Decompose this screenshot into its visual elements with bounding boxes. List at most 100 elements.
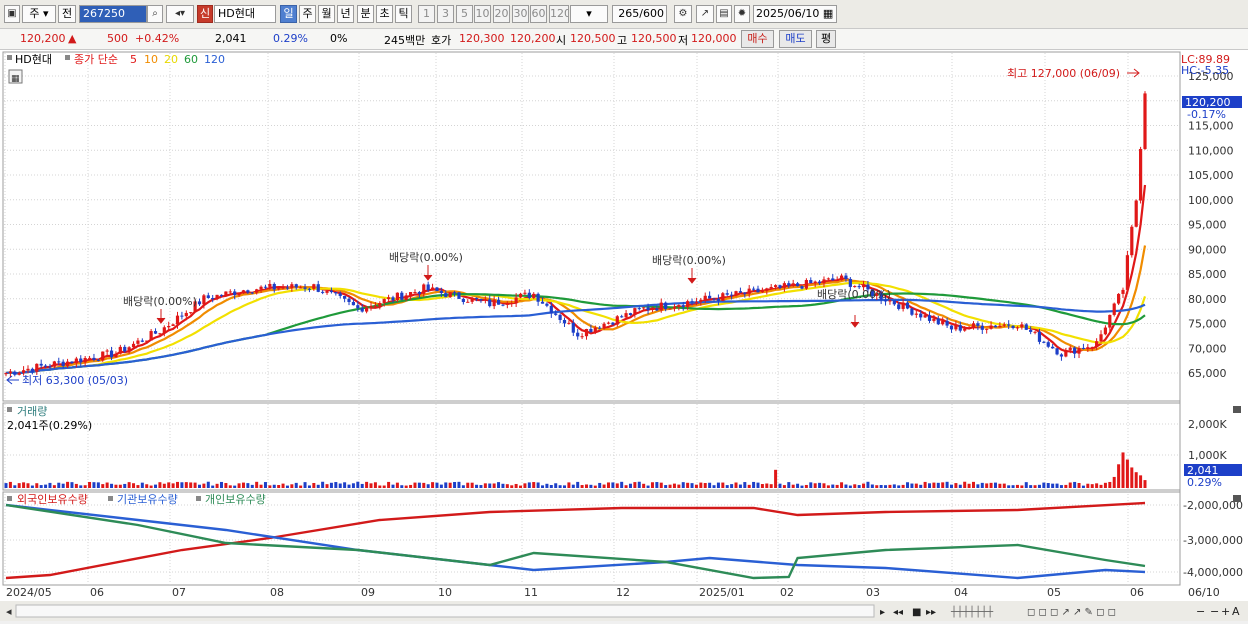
candle-body: [518, 293, 523, 298]
save-icon[interactable]: ▤: [716, 5, 732, 23]
volume-bar: [110, 483, 114, 488]
period-button-4[interactable]: 분: [357, 5, 374, 23]
date-field[interactable]: 2025/06/10 ▦: [753, 5, 837, 23]
sell-button[interactable]: 매도: [779, 30, 812, 48]
interval-button-60[interactable]: 60: [530, 5, 547, 23]
x-tick-label: 07: [172, 586, 186, 599]
volume-bar: [901, 484, 905, 488]
candle-body: [589, 328, 593, 333]
candle-body: [584, 328, 589, 337]
volume-bar: [360, 483, 364, 488]
candle-body: [787, 283, 791, 286]
stock-name-field[interactable]: HD현대: [214, 5, 276, 23]
interval-custom-select[interactable]: ▾: [570, 5, 608, 23]
draw-tool-icon[interactable]: ↗: [696, 5, 714, 23]
volume-bar: [523, 483, 527, 488]
volume-bar: [233, 485, 237, 488]
volume-bar: [259, 484, 263, 488]
period-button-1[interactable]: 주: [299, 5, 316, 23]
auto-scale-icon[interactable]: A: [1232, 605, 1240, 618]
zoom-reset-icon[interactable]: −: [1210, 605, 1219, 618]
interval-button-120[interactable]: 120: [549, 5, 569, 23]
settings-icon[interactable]: ✹: [734, 5, 750, 23]
volume-bar: [176, 481, 180, 488]
candle-body: [1068, 347, 1072, 350]
volume-bar: [910, 483, 914, 488]
indicator-icon[interactable]: ⚙: [674, 5, 692, 23]
holdings-panel-close-icon[interactable]: [1233, 495, 1241, 502]
candle-body: [532, 293, 536, 298]
volume-bar: [492, 483, 496, 488]
interval-button-3[interactable]: 3: [437, 5, 454, 23]
volume-bar: [844, 484, 848, 488]
zoom-in-icon[interactable]: +: [1221, 605, 1230, 618]
interval-button-10[interactable]: 10: [474, 5, 491, 23]
ask-price: 120,300: [459, 32, 505, 45]
volume-bar: [202, 483, 206, 488]
period-button-5[interactable]: 초: [376, 5, 393, 23]
play-icon[interactable]: ▸: [880, 607, 885, 618]
volume-bar: [325, 484, 329, 488]
chart-area[interactable]: 125,000120,000115,000110,000105,000100,0…: [0, 50, 1248, 621]
holdings-legend-marker: [7, 496, 12, 501]
candle-body: [321, 291, 325, 293]
avg-button[interactable]: 평: [816, 30, 836, 48]
holdings-inst-label: 기관보유수량: [117, 493, 178, 506]
volume-bar: [26, 483, 30, 488]
volume-bar: [804, 484, 808, 488]
volume-bar: [862, 483, 866, 488]
interval-button-20[interactable]: 20: [493, 5, 510, 23]
holdings-indiv-label: 개인보유수량: [205, 493, 266, 506]
legend-ma20: 20: [164, 53, 178, 66]
period-button-3[interactable]: 년: [337, 5, 354, 23]
zoom-out-icon[interactable]: −: [1196, 605, 1205, 618]
dividend-label-2: 배당락(0.00%): [389, 251, 463, 264]
scroll-track[interactable]: [15, 604, 875, 618]
interval-button-1[interactable]: 1: [418, 5, 435, 23]
search-icon[interactable]: ⌕: [147, 5, 163, 23]
candle-body: [105, 350, 109, 352]
volume-bar: [215, 483, 219, 488]
candle-body: [839, 275, 844, 281]
scroll-left-icon[interactable]: ◂: [6, 605, 12, 618]
volume-bar: [1033, 485, 1037, 488]
volume-bar: [624, 485, 628, 488]
prev-button[interactable]: 전: [58, 5, 76, 23]
period-button-6[interactable]: 틱: [395, 5, 412, 23]
stock-code-input[interactable]: 267250: [79, 5, 147, 23]
stop-icon[interactable]: ■: [912, 607, 921, 618]
chart-tools-icon[interactable]: ◻ ◻ ◻ ↗ ↗ ✎ ◻ ◻: [1027, 607, 1116, 618]
count-field[interactable]: 265/600: [612, 5, 667, 23]
volume-bar: [123, 483, 127, 488]
volume-bar: [272, 484, 276, 488]
candle-body: [958, 325, 962, 331]
period-button-2[interactable]: 월: [318, 5, 335, 23]
window-icon[interactable]: ▣: [4, 5, 20, 23]
x-tick-label: 05: [1047, 586, 1061, 599]
interval-button-30[interactable]: 30: [512, 5, 529, 23]
candle-body: [1125, 255, 1130, 290]
forward-icon[interactable]: ▸▸: [926, 607, 936, 618]
volume-bar: [211, 485, 215, 488]
speaker-icon[interactable]: ◂▾: [166, 5, 194, 23]
period-select[interactable]: 주 ▾: [22, 5, 56, 23]
candle-body: [404, 295, 408, 300]
candle-body: [233, 291, 237, 296]
shin-button[interactable]: 신: [197, 5, 213, 23]
calendar-icon[interactable]: ▦: [823, 7, 833, 20]
candle-body: [677, 305, 681, 307]
volume-bar: [290, 484, 294, 488]
candle-body: [272, 283, 276, 290]
candle-body: [690, 301, 694, 303]
x-tick-label: 12: [616, 586, 630, 599]
interval-button-5[interactable]: 5: [456, 5, 473, 23]
volume-bar: [642, 483, 646, 488]
rewind-icon[interactable]: ◂◂: [893, 607, 903, 618]
buy-button[interactable]: 매수: [741, 30, 774, 48]
period-button-0[interactable]: 일: [280, 5, 297, 23]
volume-tag-pct: 0.29%: [1187, 476, 1222, 489]
range-slider-icon[interactable]: ┼┼┼┼┼┼┼: [950, 605, 994, 618]
candle-body: [167, 326, 171, 328]
volume-panel-close-icon[interactable]: [1233, 406, 1241, 413]
candle-body: [650, 308, 655, 311]
